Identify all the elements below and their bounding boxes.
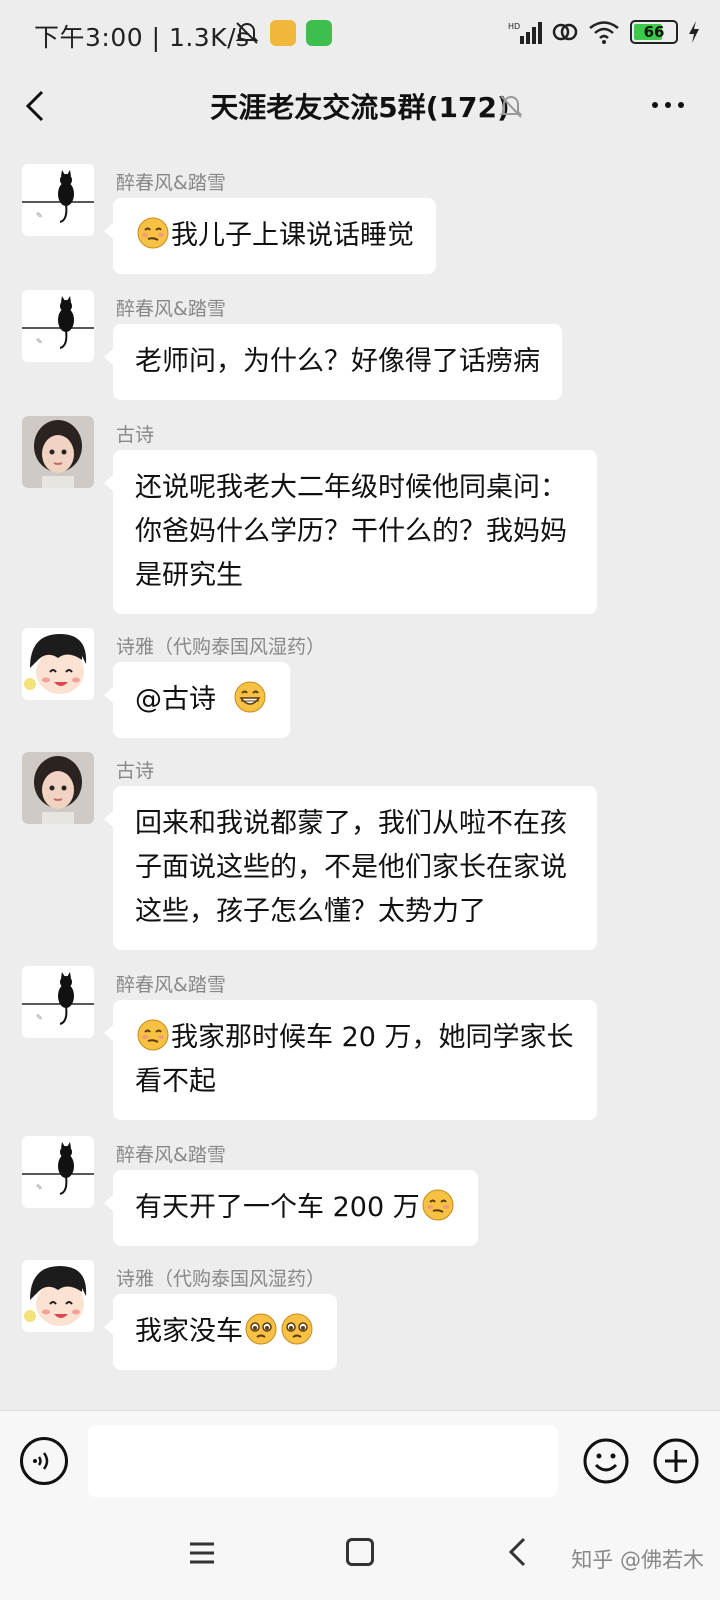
message-bubble[interactable]: 老师问，为什么？好像得了话痨病 (104, 324, 562, 400)
signal-icon: HD (508, 22, 542, 44)
smirk-emoji-icon (137, 1019, 169, 1051)
message-text: 回来和我说都蒙了，我们从啦不在孩子面说这些的，不是他们家长在家说这些，孩子怎么懂… (135, 808, 567, 927)
sender-name: 醉春风&踏雪 (116, 298, 226, 320)
avatar-girl[interactable] (22, 416, 94, 488)
charging-icon (689, 21, 699, 43)
watermark: 知乎 @佛若木 (571, 1548, 704, 1572)
smirk-emoji-icon (137, 217, 169, 249)
svg-text:✎: ✎ (36, 1013, 43, 1022)
sender-name: 诗雅（代购泰国风湿药） (116, 1268, 326, 1290)
message-text: 我儿子上课说话睡觉 (171, 220, 414, 251)
sender-name: 醉春风&踏雪 (116, 172, 226, 194)
cat-avatar-image: ✎ (22, 164, 94, 236)
wifi-icon (589, 21, 619, 44)
chat-input-bar (0, 1410, 720, 1510)
smirk-emoji-icon (422, 1189, 454, 1221)
avatar-cat[interactable]: ✎ (22, 164, 94, 236)
message-text: 我家那时候车 20 万，她同学家长看不起 (135, 1022, 574, 1097)
avatar-cat[interactable]: ✎ (22, 290, 94, 362)
emoji-picker-icon[interactable] (582, 1437, 630, 1485)
sender-name: 古诗 (116, 760, 155, 782)
message-input[interactable] (88, 1425, 558, 1497)
message-text: 有天开了一个车 200 万 (135, 1192, 420, 1223)
message-bubble[interactable]: 我家那时候车 20 万，她同学家长看不起 (104, 1000, 597, 1120)
status-system-icons: HD 66 (508, 20, 700, 44)
voice-input-button[interactable] (20, 1437, 68, 1485)
message-bubble[interactable]: 还说呢我老大二年级时候他同桌问：你爸妈什么学历？干什么的？我妈妈是研究生 (104, 450, 597, 614)
cat-avatar-image: ✎ (22, 1136, 94, 1208)
message-text: 还说呢我老大二年级时候他同桌问：你爸妈什么学历？干什么的？我妈妈是研究生 (135, 472, 567, 591)
message-bubble[interactable]: 我家没车 (104, 1294, 337, 1370)
chat-header: 天涯老友交流5群(172) (0, 72, 720, 140)
girl-avatar-image (22, 752, 94, 824)
sender-name: 醉春风&踏雪 (116, 974, 226, 996)
sender-name: 古诗 (116, 424, 155, 446)
avatar-girl[interactable] (22, 752, 94, 824)
status-bar: 下午3:00 | 1.3K/s HD 66 (0, 0, 720, 72)
message-text: @古诗 (135, 684, 225, 715)
system-navigation-bar: 知乎 @佛若木 (0, 1510, 720, 1600)
voice-icon (33, 1452, 49, 1470)
avatar-cat[interactable]: ✎ (22, 1136, 94, 1208)
status-time: 下午3:00 | 1.3K/s (34, 23, 250, 52)
grin-emoji-icon (234, 681, 266, 713)
sender-name: 诗雅（代购泰国风湿药） (116, 636, 326, 658)
svg-text:HD: HD (508, 22, 520, 31)
cat-avatar-image: ✎ (22, 966, 94, 1038)
svg-text:✎: ✎ (36, 211, 43, 220)
weibo-icon (270, 20, 296, 46)
svg-text:✎: ✎ (36, 337, 43, 346)
hotspot-icon (552, 23, 578, 41)
cat-avatar-image: ✎ (22, 290, 94, 362)
chat-title: 天涯老友交流5群(172) (210, 91, 510, 124)
girl-avatar-image (22, 416, 94, 488)
message-bubble[interactable]: 我儿子上课说话睡觉 (104, 198, 436, 274)
recent-apps-icon[interactable] (188, 1540, 216, 1566)
avatar-cat[interactable]: ✎ (22, 966, 94, 1038)
cartoon-avatar-image (22, 628, 94, 700)
message-bubble[interactable]: @古诗 (104, 662, 290, 738)
app-notification-icon (306, 20, 332, 46)
message-bubble[interactable]: 有天开了一个车 200 万 (104, 1170, 478, 1246)
pleading-emoji-icon (281, 1313, 313, 1345)
cartoon-avatar-image (22, 1260, 94, 1332)
avatar-cartoon[interactable] (22, 628, 94, 700)
more-options-icon[interactable] (652, 92, 692, 118)
message-bubble[interactable]: 回来和我说都蒙了，我们从啦不在孩子面说这些的，不是他们家长在家说这些，孩子怎么懂… (104, 786, 597, 950)
status-notification-icons (234, 20, 332, 46)
add-more-icon[interactable] (652, 1437, 700, 1485)
bell-off-icon (235, 22, 259, 44)
battery-level: 66 (643, 23, 665, 41)
message-list[interactable]: ✎ 醉春风&踏雪 我儿子上课说话睡觉 ✎ 醉春风&踏雪 老师问，为什么？好像得了… (0, 140, 720, 1410)
battery-icon: 66 (630, 20, 678, 44)
muted-bell-icon (499, 95, 523, 118)
message-text: 老师问，为什么？好像得了话痨病 (135, 346, 540, 377)
pleading-emoji-icon (245, 1313, 277, 1345)
message-text: 我家没车 (135, 1316, 243, 1347)
sender-name: 醉春风&踏雪 (116, 1144, 226, 1166)
avatar-cartoon[interactable] (22, 1260, 94, 1332)
system-back-icon[interactable] (506, 1536, 528, 1568)
home-icon[interactable] (346, 1538, 374, 1566)
svg-text:✎: ✎ (36, 1183, 43, 1192)
